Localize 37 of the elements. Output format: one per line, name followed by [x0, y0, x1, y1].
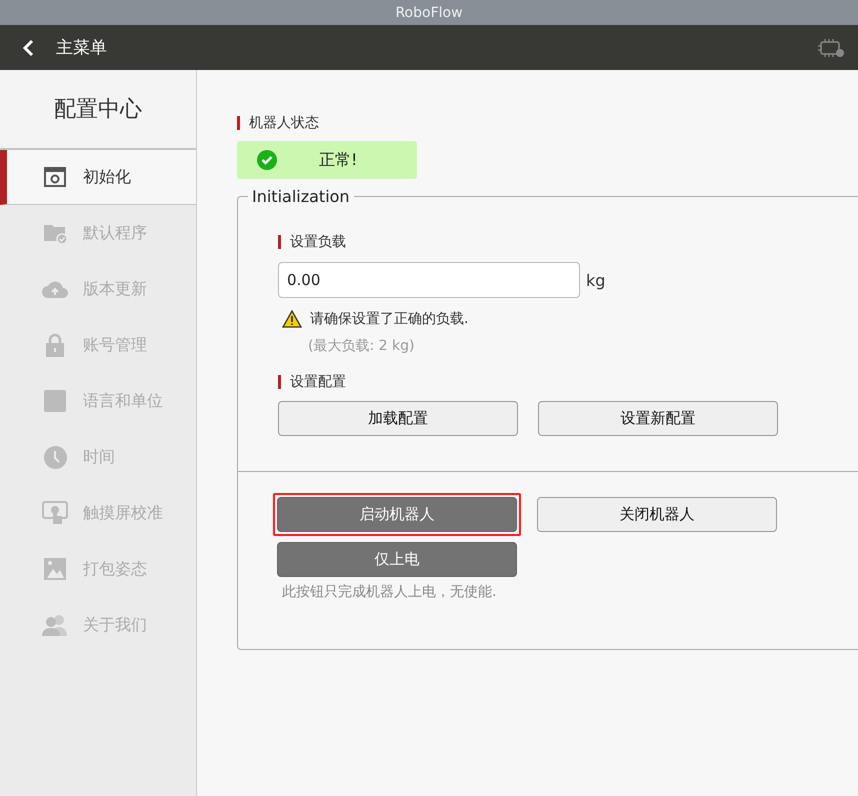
sidebar-title: 配置中心	[0, 70, 196, 150]
action-button[interactable]: 仅上电	[277, 542, 517, 577]
sidebar-item[interactable]: 默认程序	[0, 205, 196, 261]
sidebar-item[interactable]: 时间	[0, 429, 196, 485]
section-label: 机器人状态	[237, 114, 858, 132]
users-icon	[42, 614, 68, 636]
sidebar-item[interactable]: 打包姿态	[0, 541, 196, 597]
status-text: 正常!	[319, 150, 358, 170]
payload-field[interactable]: 0.00	[278, 262, 580, 298]
window-title: RoboFlow	[0, 0, 858, 25]
chip-icon	[818, 38, 844, 58]
sidebar-item[interactable]: 版本更新	[0, 261, 196, 317]
warning-text: 请确保设置了正确的负载.	[310, 310, 468, 328]
unit-label: kg	[586, 270, 606, 290]
sidebar-item[interactable]: 语言和单位	[0, 373, 196, 429]
action-button[interactable]: 关闭机器人	[537, 497, 777, 532]
sidebar-item[interactable]: 账号管理	[0, 317, 196, 373]
menu-title: 主菜单	[56, 37, 107, 59]
sidebar-item[interactable]: 初始化	[0, 150, 196, 205]
screen-icon	[43, 166, 67, 188]
action-button[interactable]: 启动机器人	[277, 497, 517, 532]
section-label: 设置配置	[278, 373, 858, 391]
note-text: 此按钮只完成机器人上电，无使能.	[282, 583, 498, 601]
touchscreen-icon	[42, 501, 68, 525]
check-icon	[257, 150, 277, 170]
sidebar-item[interactable]: 触摸屏校准	[0, 485, 196, 541]
warning-icon	[282, 310, 302, 328]
section-label: 设置负载	[278, 233, 858, 251]
cloud-upload-icon	[42, 280, 68, 298]
action-button[interactable]: 加载配置	[278, 401, 518, 436]
clock-icon	[44, 446, 66, 468]
sidebar-item[interactable]: 关于我们	[0, 597, 196, 653]
action-button[interactable]: 设置新配置	[538, 401, 778, 436]
folder-icon	[42, 222, 68, 244]
back-icon[interactable]	[22, 38, 34, 56]
hint-text: (最大负载: 2 kg)	[308, 337, 416, 355]
lock-icon	[45, 333, 65, 357]
